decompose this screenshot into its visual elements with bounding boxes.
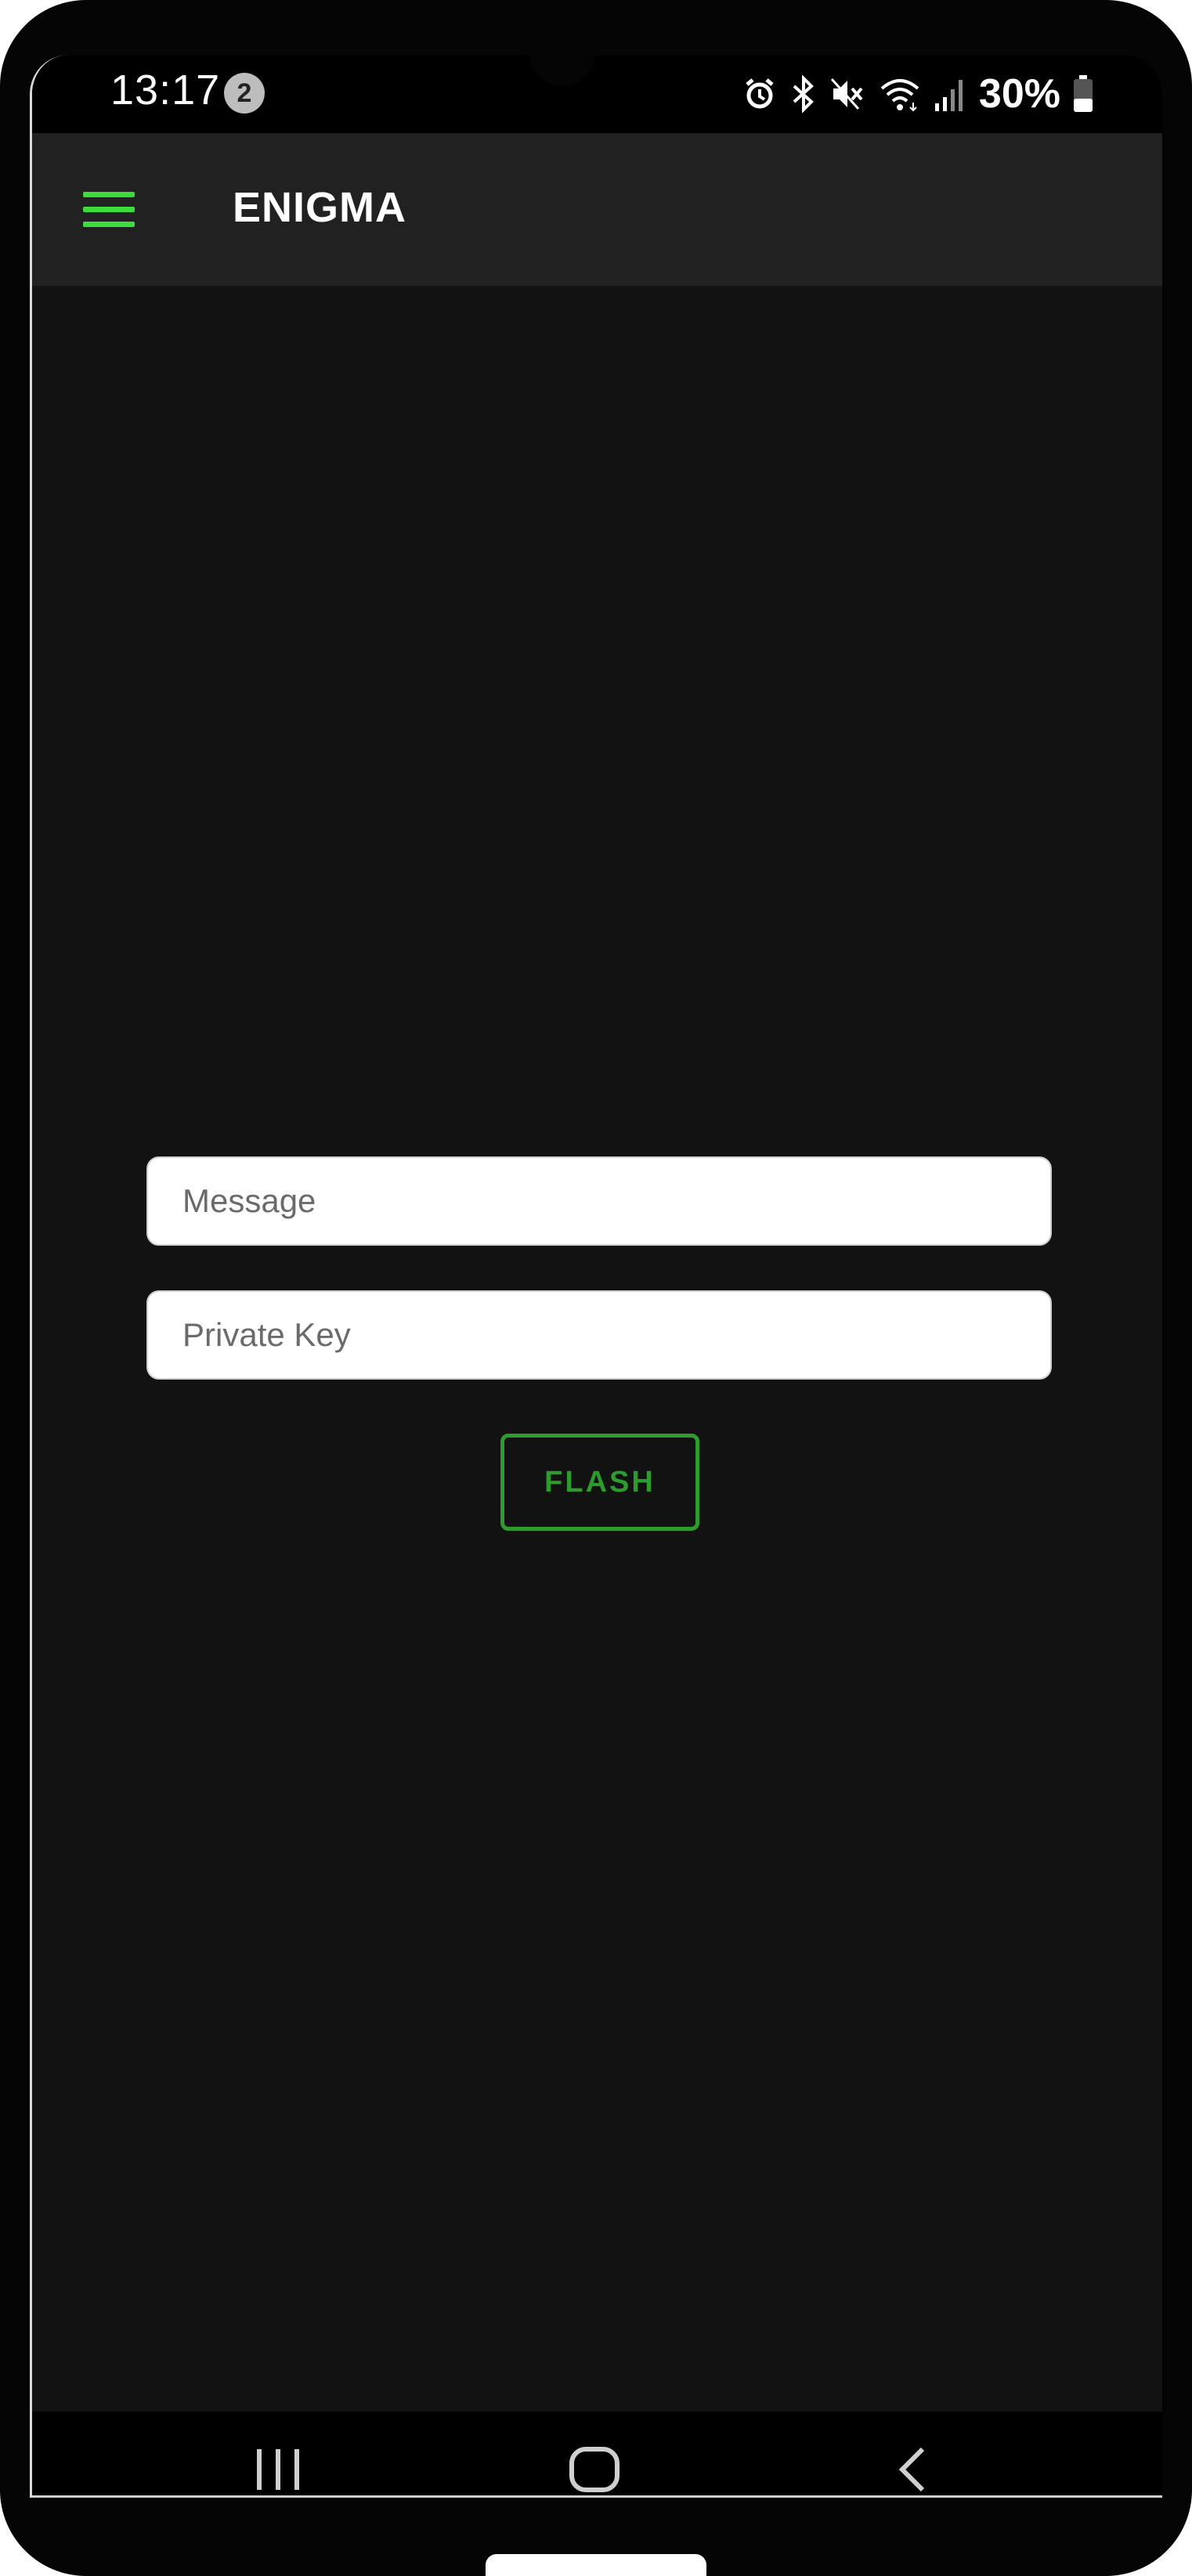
app-title: ENIGMA — [233, 184, 406, 231]
app-bar: ENIGMA — [32, 133, 1162, 286]
recent-apps-icon — [257, 2449, 299, 2490]
back-icon — [898, 2447, 925, 2492]
device-frame: 13:17 2 30% ENIGMA Message Private Key F… — [0, 0, 1192, 2576]
status-icons: 30% — [742, 69, 1093, 119]
battery-icon — [1073, 75, 1093, 113]
screen: 13:17 2 30% ENIGMA Message Private Key F… — [30, 55, 1162, 2498]
home-icon — [569, 2447, 619, 2492]
mute-icon — [830, 76, 866, 112]
notification-count-badge: 2 — [224, 73, 265, 114]
alarm-icon — [742, 77, 777, 111]
flash-button[interactable]: FLASH — [500, 1434, 699, 1531]
hamburger-menu-icon — [83, 192, 135, 227]
bluetooth-icon — [789, 75, 818, 113]
status-bar: 13:17 2 30% — [32, 55, 1162, 133]
wifi-icon — [879, 76, 921, 112]
bottom-notch — [486, 2554, 706, 2576]
message-input[interactable] — [146, 1156, 1052, 1246]
recent-apps-button[interactable] — [231, 2430, 325, 2498]
home-button[interactable] — [547, 2430, 641, 2498]
front-camera — [529, 20, 595, 86]
battery-percent: 30% — [978, 71, 1060, 117]
signal-icon — [934, 77, 966, 111]
menu-button[interactable] — [78, 179, 140, 241]
back-button[interactable] — [865, 2430, 959, 2498]
private-key-input[interactable] — [146, 1290, 1052, 1380]
navigation-bar — [32, 2412, 1162, 2498]
status-time: 13:17 — [110, 67, 221, 114]
